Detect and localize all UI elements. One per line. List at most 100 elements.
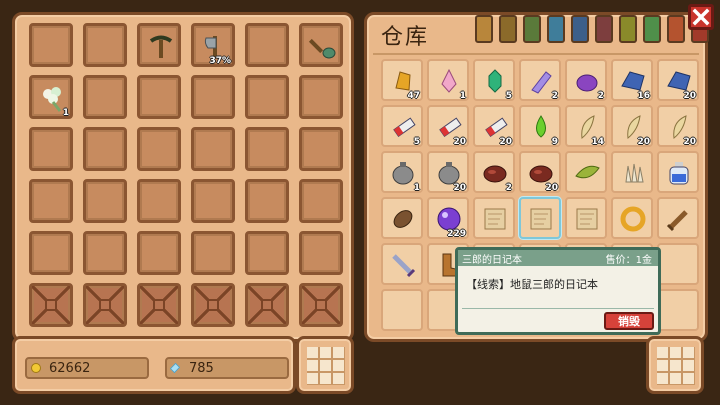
warehouse-slot[interactable]: [381, 197, 423, 239]
gold-ring-icon: [618, 204, 648, 234]
item-tooltip: 三郎的日记本 售价：1金 【线索】地鼠三郎的日记本 销毁: [455, 247, 661, 335]
warehouse-slot[interactable]: [657, 197, 699, 239]
warehouse-slot[interactable]: 229: [427, 197, 469, 239]
warehouse-tab-5[interactable]: [571, 15, 589, 43]
warehouse-slot[interactable]: 47: [381, 59, 423, 101]
warehouse-slot[interactable]: [657, 243, 699, 285]
inventory-slot[interactable]: [299, 75, 343, 119]
inventory-slot[interactable]: [191, 179, 235, 223]
warehouse-slot[interactable]: [565, 197, 607, 239]
inventory-slot[interactable]: 37%: [191, 23, 235, 67]
item-count: 1: [459, 91, 466, 101]
warehouse-slot[interactable]: [381, 243, 423, 285]
inventory-slot[interactable]: [191, 75, 235, 119]
lock-icon: [153, 299, 165, 311]
inventory-slot[interactable]: [83, 127, 127, 171]
lock-icon: [45, 299, 57, 311]
warehouse-tab-9[interactable]: [667, 15, 685, 43]
inventory-slot[interactable]: [137, 127, 181, 171]
warehouse-slot[interactable]: 1: [427, 59, 469, 101]
warehouse-tab-7[interactable]: [619, 15, 637, 43]
inventory-slot[interactable]: [29, 231, 73, 275]
tooltip-price: 售价：1金: [605, 255, 652, 266]
warehouse-slot[interactable]: [519, 197, 561, 239]
locked-inventory-slot[interactable]: [83, 283, 127, 327]
warehouse-sort-button[interactable]: [646, 336, 704, 394]
inventory-slot[interactable]: 1: [29, 75, 73, 119]
wooden-sword-icon: [664, 204, 694, 234]
inventory-slot[interactable]: [29, 179, 73, 223]
warehouse-slot[interactable]: 20: [657, 59, 699, 101]
inventory-slot[interactable]: [299, 179, 343, 223]
warehouse-slot[interactable]: 16: [611, 59, 653, 101]
warehouse-slot[interactable]: 2: [519, 59, 561, 101]
tooltip-item-name: 三郎的日记本: [462, 255, 522, 266]
inventory-slot[interactable]: [245, 231, 289, 275]
inventory-slot[interactable]: [83, 231, 127, 275]
warehouse-slot[interactable]: [611, 197, 653, 239]
warehouse-slot[interactable]: 2: [473, 151, 515, 193]
inventory-slot[interactable]: [245, 23, 289, 67]
close-button[interactable]: [688, 4, 714, 30]
warehouse-slot[interactable]: 14: [565, 105, 607, 147]
warehouse-slot[interactable]: 20: [427, 105, 469, 147]
tooltip-description: 【线索】地鼠三郎的日记本: [466, 278, 598, 291]
warehouse-slot[interactable]: 5: [473, 59, 515, 101]
inventory-slot[interactable]: [245, 75, 289, 119]
warehouse-slot[interactable]: 20: [657, 105, 699, 147]
warehouse-slot[interactable]: 1: [381, 151, 423, 193]
inventory-slot[interactable]: [299, 231, 343, 275]
warehouse-tab-8[interactable]: [643, 15, 661, 43]
locked-inventory-slot[interactable]: [137, 283, 181, 327]
locked-inventory-slot[interactable]: [299, 283, 343, 327]
warehouse-slot[interactable]: [657, 289, 699, 331]
warehouse-slot[interactable]: 20: [519, 151, 561, 193]
warehouse-tab-4[interactable]: [547, 15, 565, 43]
inventory-sort-button[interactable]: [296, 336, 354, 394]
gold-amount: 62662: [49, 361, 91, 376]
inventory-slot[interactable]: [299, 23, 343, 67]
grid-icon: [307, 347, 345, 385]
inventory-slot[interactable]: [137, 231, 181, 275]
lock-icon: [315, 299, 327, 311]
item-count: 37%: [209, 56, 231, 66]
item-count: 2: [597, 91, 604, 101]
destroy-button[interactable]: 销毁: [604, 312, 654, 330]
inventory-slot[interactable]: [29, 23, 73, 67]
warehouse-slot[interactable]: [657, 151, 699, 193]
warehouse-slot[interactable]: [565, 151, 607, 193]
warehouse-tab-2[interactable]: [499, 15, 517, 43]
locked-inventory-slot[interactable]: [29, 283, 73, 327]
inventory-slot[interactable]: [83, 179, 127, 223]
warehouse-slot[interactable]: [611, 151, 653, 193]
warehouse-slot[interactable]: 9: [519, 105, 561, 147]
inventory-slot[interactable]: [137, 75, 181, 119]
warehouse-slot[interactable]: 2: [565, 59, 607, 101]
warehouse-slot[interactable]: 20: [427, 151, 469, 193]
inventory-slot[interactable]: [83, 23, 127, 67]
inventory-slot[interactable]: [137, 23, 181, 67]
inventory-slot[interactable]: [245, 127, 289, 171]
item-count: 1: [62, 108, 69, 118]
inventory-slot[interactable]: [191, 127, 235, 171]
inventory-slot[interactable]: [83, 75, 127, 119]
warehouse-slot[interactable]: [473, 197, 515, 239]
inventory-slot[interactable]: [191, 231, 235, 275]
warehouse-slot[interactable]: 20: [611, 105, 653, 147]
item-count: 20: [637, 137, 650, 147]
warehouse-tab-6[interactable]: [595, 15, 613, 43]
diamond-icon: [169, 362, 181, 374]
warehouse-slot[interactable]: [381, 289, 423, 331]
warehouse-tab-3[interactable]: [523, 15, 541, 43]
inventory-slot[interactable]: [299, 127, 343, 171]
warehouse-tab-1[interactable]: [475, 15, 493, 43]
inventory-slot[interactable]: [137, 179, 181, 223]
inventory-slot[interactable]: [245, 179, 289, 223]
warehouse-slot[interactable]: 20: [473, 105, 515, 147]
locked-inventory-slot[interactable]: [245, 283, 289, 327]
warehouse-slot[interactable]: 5: [381, 105, 423, 147]
item-count: 20: [683, 137, 696, 147]
inventory-slot[interactable]: [29, 127, 73, 171]
currency-bar: 62662 785: [12, 336, 296, 394]
locked-inventory-slot[interactable]: [191, 283, 235, 327]
